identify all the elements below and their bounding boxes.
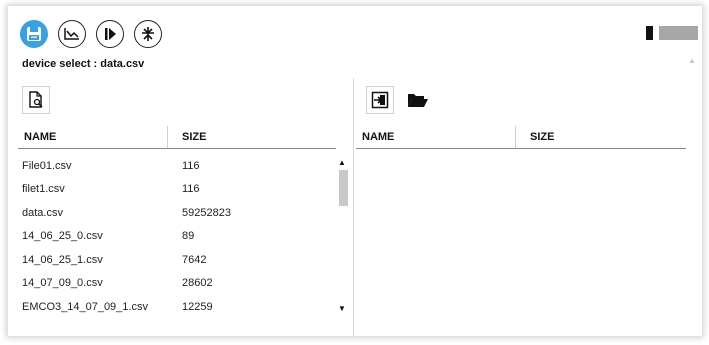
- file-row[interactable]: 14_07_09_0.csv 28602: [18, 272, 328, 296]
- file-row[interactable]: 14_06_25_1.csv 7642: [18, 248, 328, 272]
- file-row[interactable]: filet1.csv 116: [18, 178, 328, 202]
- file-list: File01.csv 116 filet1.csv 116 data.csv 592528…: [18, 154, 328, 319]
- file-name: data.csv: [22, 206, 63, 219]
- device-file-panel: NAME SIZE File01.csv 116 filet1.csv 116 data…: [18, 78, 348, 336]
- local-file-panel: NAME SIZE: [353, 78, 699, 336]
- file-name: File01.csv: [22, 159, 72, 172]
- collapse-caret-icon[interactable]: ▲: [688, 56, 696, 65]
- file-row[interactable]: 14_06_25_0.csv 89: [18, 225, 328, 249]
- scroll-down-icon[interactable]: ▼: [338, 304, 346, 313]
- file-name: EMCO3_14_07_09_1.csv: [22, 300, 148, 313]
- scroll-up-icon[interactable]: ▲: [338, 158, 346, 167]
- file-size: 59252823: [182, 206, 231, 219]
- file-size: 116: [182, 183, 200, 196]
- name-column-header[interactable]: NAME: [356, 126, 516, 148]
- open-folder-icon[interactable]: [404, 86, 432, 114]
- file-size: 12259: [182, 300, 213, 313]
- size-column-header[interactable]: SIZE: [516, 126, 554, 148]
- file-size: 116: [182, 159, 200, 172]
- size-column-header[interactable]: SIZE: [168, 126, 206, 148]
- file-size: 7642: [182, 253, 207, 266]
- file-row[interactable]: EMCO3_14_07_09_1.csv 12259: [18, 295, 328, 319]
- play-step-icon[interactable]: [96, 20, 124, 48]
- file-list-scrollbar[interactable]: ▲ ▼: [336, 158, 350, 318]
- device-select-label: device select : data.csv: [22, 58, 145, 70]
- file-name: filet1.csv: [22, 183, 65, 196]
- document-search-icon[interactable]: [22, 86, 50, 114]
- file-size: 89: [182, 230, 195, 243]
- chart-down-icon[interactable]: [58, 20, 86, 48]
- file-manager-window: device select : data.csv ▲ NAME SIZE Fil…: [8, 6, 702, 336]
- file-name: 14_06_25_0.csv: [22, 230, 103, 243]
- network-icon[interactable]: [134, 20, 162, 48]
- name-column-header[interactable]: NAME: [18, 126, 168, 148]
- slider-knob[interactable]: [653, 26, 660, 40]
- right-table-header: NAME SIZE: [356, 126, 686, 149]
- file-size: 28602: [182, 277, 213, 290]
- file-name: 14_07_09_0.csv: [22, 277, 103, 290]
- scroll-thumb[interactable]: [339, 170, 348, 206]
- file-name: 14_06_25_1.csv: [22, 253, 103, 266]
- file-row[interactable]: data.csv 59252823: [18, 201, 328, 225]
- import-icon[interactable]: [366, 86, 394, 114]
- range-slider[interactable]: [646, 26, 698, 40]
- left-table-header: NAME SIZE: [18, 126, 336, 149]
- save-disk-icon[interactable]: [20, 20, 48, 48]
- file-row[interactable]: File01.csv 116: [18, 154, 328, 178]
